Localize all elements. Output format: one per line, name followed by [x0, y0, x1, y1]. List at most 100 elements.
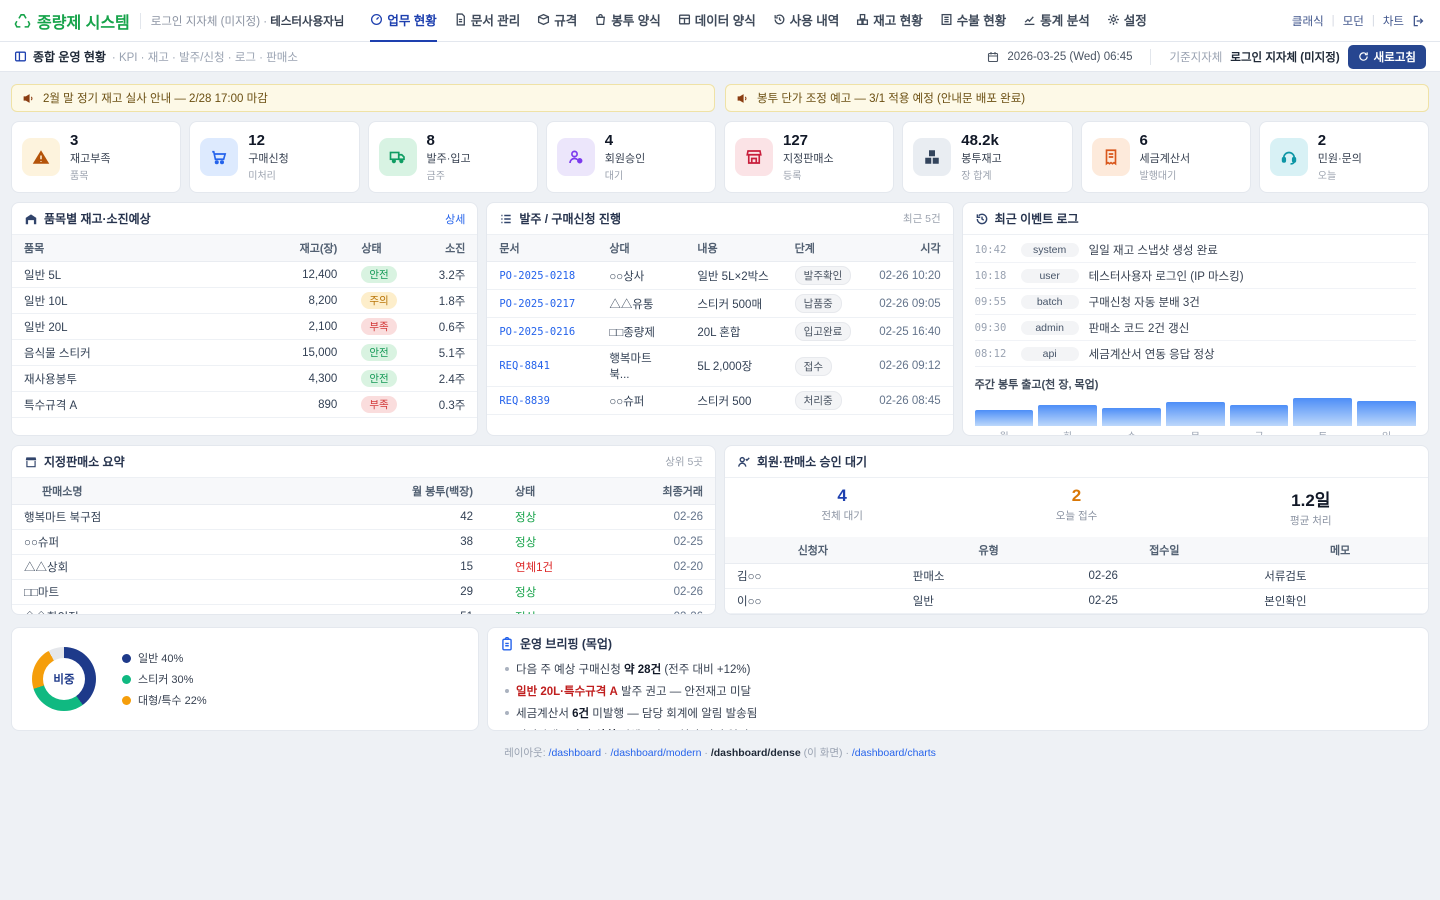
- refresh-button[interactable]: 새로고침: [1348, 45, 1426, 69]
- clipboard-icon: [500, 637, 514, 651]
- item-stock: 15,000: [271, 340, 349, 366]
- nav-usage-history[interactable]: 사용 내역: [773, 0, 839, 42]
- nav-ledger-status[interactable]: 수불 현황: [940, 0, 1006, 42]
- event-text: 일일 재고 스냅샷 생성 완료: [1089, 242, 1218, 258]
- doc-link[interactable]: PO-2025-0216: [499, 326, 575, 338]
- warehouse-icon: [24, 212, 38, 226]
- kpi-low-stock[interactable]: 3재고부족품목: [11, 121, 181, 193]
- item-name: 재사용봉투: [12, 366, 271, 392]
- weekly-bar: [975, 410, 1034, 426]
- kpi-orders-inbound[interactable]: 8발주·입고금주: [368, 121, 538, 193]
- legend-dot: [122, 696, 131, 705]
- doc-link[interactable]: PO-2025-0218: [499, 270, 575, 282]
- weekly-bar: [1102, 408, 1161, 426]
- table-row: 이○○ 일반 02-25 본인확인: [725, 589, 1428, 614]
- applicant-name: 박○○: [725, 614, 901, 616]
- doc-link[interactable]: PO-2025-0217: [499, 298, 575, 310]
- store-last: 02-25: [625, 530, 715, 555]
- table-row: PO-2025-0218 ○○상사 일반 5L×2박스 발주확인 02-26 1…: [487, 262, 952, 290]
- weekly-bar: [1038, 405, 1097, 426]
- stat-today-received: 2오늘 접수: [959, 486, 1193, 528]
- list-item: 09:55 batch 구매신청 자동 분배 3건: [975, 289, 1416, 315]
- store-name: □□마트: [12, 580, 355, 605]
- inventory-detail-link[interactable]: 상세: [445, 211, 465, 227]
- order-partner: △△유통: [597, 290, 685, 318]
- receipt-icon: [1092, 138, 1130, 176]
- nav-bag-forms[interactable]: 봉투 양식: [594, 0, 660, 42]
- kpi-cards: 3재고부족품목 12구매신청미처리 8발주·입고금주 4회원승인대기 127지정…: [11, 121, 1429, 193]
- footer-current-note: (이 화면): [804, 747, 843, 759]
- panel-title: 품목별 재고·소진예상: [44, 210, 151, 227]
- event-text: 테스터사용자 로그인 (IP 마스킹): [1089, 268, 1244, 284]
- nav-statistics[interactable]: 통계 분석: [1023, 0, 1089, 42]
- order-desc: 스티커 500매: [685, 290, 782, 318]
- panel-title: 최근 이벤트 로그: [995, 210, 1079, 227]
- megaphone-icon: [736, 92, 749, 105]
- nav-documents[interactable]: 문서 관리: [454, 0, 520, 42]
- stat-total-waiting: 4전체 대기: [725, 486, 959, 528]
- nav-data-forms[interactable]: 데이터 양식: [678, 0, 756, 42]
- status-badge: 부족: [361, 318, 396, 335]
- layout-classic-link[interactable]: 클래식: [1292, 13, 1324, 29]
- order-time: 02-26 08:45: [867, 387, 953, 415]
- nav-settings[interactable]: 설정: [1107, 0, 1147, 42]
- footer-label: 레이아웃:: [504, 747, 546, 759]
- notice-banner: 2월 말 정기 재고 실사 안내 — 2/28 17:00 마감: [11, 84, 715, 112]
- footer-link-modern[interactable]: /dashboard/modern: [610, 747, 701, 759]
- event-tag: system: [1021, 243, 1079, 257]
- weekly-bar-days: 월화수목금토일: [963, 426, 1428, 436]
- kpi-purchase-requests[interactable]: 12구매신청미처리: [189, 121, 359, 193]
- table-row: PO-2025-0216 □□종량제 20L 혼합 입고완료 02-25 16:…: [487, 318, 952, 346]
- store-name: △△상회: [12, 555, 355, 580]
- event-text: 세금계산서 연동 응답 정상: [1089, 346, 1215, 362]
- app-header: 종량제 시스템 로그인 지자체 (미지정) · 테스터사용자님 업무 현황 문서…: [0, 0, 1440, 42]
- share-panel: 비중 일반 40% 스티커 30%: [11, 627, 479, 731]
- event-text: 구매신청 자동 분배 3건: [1089, 294, 1200, 310]
- item-weeks: 0.3주: [419, 392, 477, 418]
- item-state: 안전: [349, 366, 419, 392]
- grid-icon: [14, 50, 27, 63]
- list-item: 08:12 api 세금계산서 연동 응답 정상: [975, 341, 1416, 367]
- item-name: 일반 20L: [12, 314, 271, 340]
- table-row: REQ-8841 행복마트 북... 5L 2,000장 접수 02-26 09…: [487, 346, 952, 387]
- weekly-bar-label: 월: [975, 428, 1034, 436]
- table-row: 행복마트 북구점 42 정상 02-26: [12, 505, 715, 530]
- doc-link[interactable]: REQ-8839: [499, 395, 550, 407]
- item-name: 특수규격 A: [12, 392, 271, 418]
- applicant-type: 일반: [901, 589, 1077, 614]
- event-time: 09:30: [975, 322, 1011, 334]
- app-logo[interactable]: 종량제 시스템: [14, 9, 130, 33]
- applicant-date: 02-26: [1077, 564, 1253, 589]
- kpi-designated-stores[interactable]: 127지정판매소등록: [724, 121, 894, 193]
- login-context: 로그인 지자체 (미지정) · 테스터사용자님: [151, 13, 345, 29]
- order-time: 02-26 10:20: [867, 262, 953, 290]
- kpi-tax-invoices[interactable]: 6세금계산서발행대기: [1081, 121, 1251, 193]
- footer-link-charts[interactable]: /dashboard/charts: [852, 747, 936, 759]
- event-list: 10:42 system 일일 재고 스냅샷 생성 완료 10:18 user …: [963, 235, 1428, 367]
- kpi-bag-stock[interactable]: 48.2k봉투재고장 합계: [902, 121, 1072, 193]
- scope-label: 기준지자체: [1169, 49, 1222, 65]
- order-time: 02-25 16:40: [867, 318, 953, 346]
- legend-dot: [122, 654, 131, 663]
- table-row: 음식물 스티커 15,000 안전 5.1주: [12, 340, 477, 366]
- status-badge: 안전: [361, 370, 396, 387]
- status-badge: 부족: [361, 396, 396, 413]
- doc-link[interactable]: REQ-8841: [499, 360, 550, 372]
- list-item: 10:18 user 테스터사용자 로그인 (IP 마스킹): [975, 263, 1416, 289]
- footer-link-dashboard[interactable]: /dashboard: [549, 747, 602, 759]
- nav-work-status[interactable]: 업무 현황: [370, 0, 436, 42]
- warning-icon: [22, 138, 60, 176]
- layout-chart-link[interactable]: 차트: [1383, 13, 1404, 29]
- kpi-inquiries[interactable]: 2민원·문의오늘: [1259, 121, 1429, 193]
- weekly-bar: [1166, 402, 1225, 426]
- nav-specs[interactable]: 규격: [537, 0, 577, 42]
- table-row: 박○○ 판매소 02-25 주소불일치: [725, 614, 1428, 616]
- layout-modern-link[interactable]: 모던: [1343, 13, 1364, 29]
- nav-inventory-status[interactable]: 재고 현황: [856, 0, 922, 42]
- kpi-member-approvals[interactable]: 4회원승인대기: [546, 121, 716, 193]
- divider: [140, 13, 141, 29]
- briefing-item: 다음 주 예상 구매신청 약 28건 (전주 대비 +12%): [502, 658, 1414, 680]
- recycle-icon: [14, 12, 31, 29]
- logout-icon[interactable]: [1412, 14, 1426, 28]
- item-stock: 8,200: [271, 288, 349, 314]
